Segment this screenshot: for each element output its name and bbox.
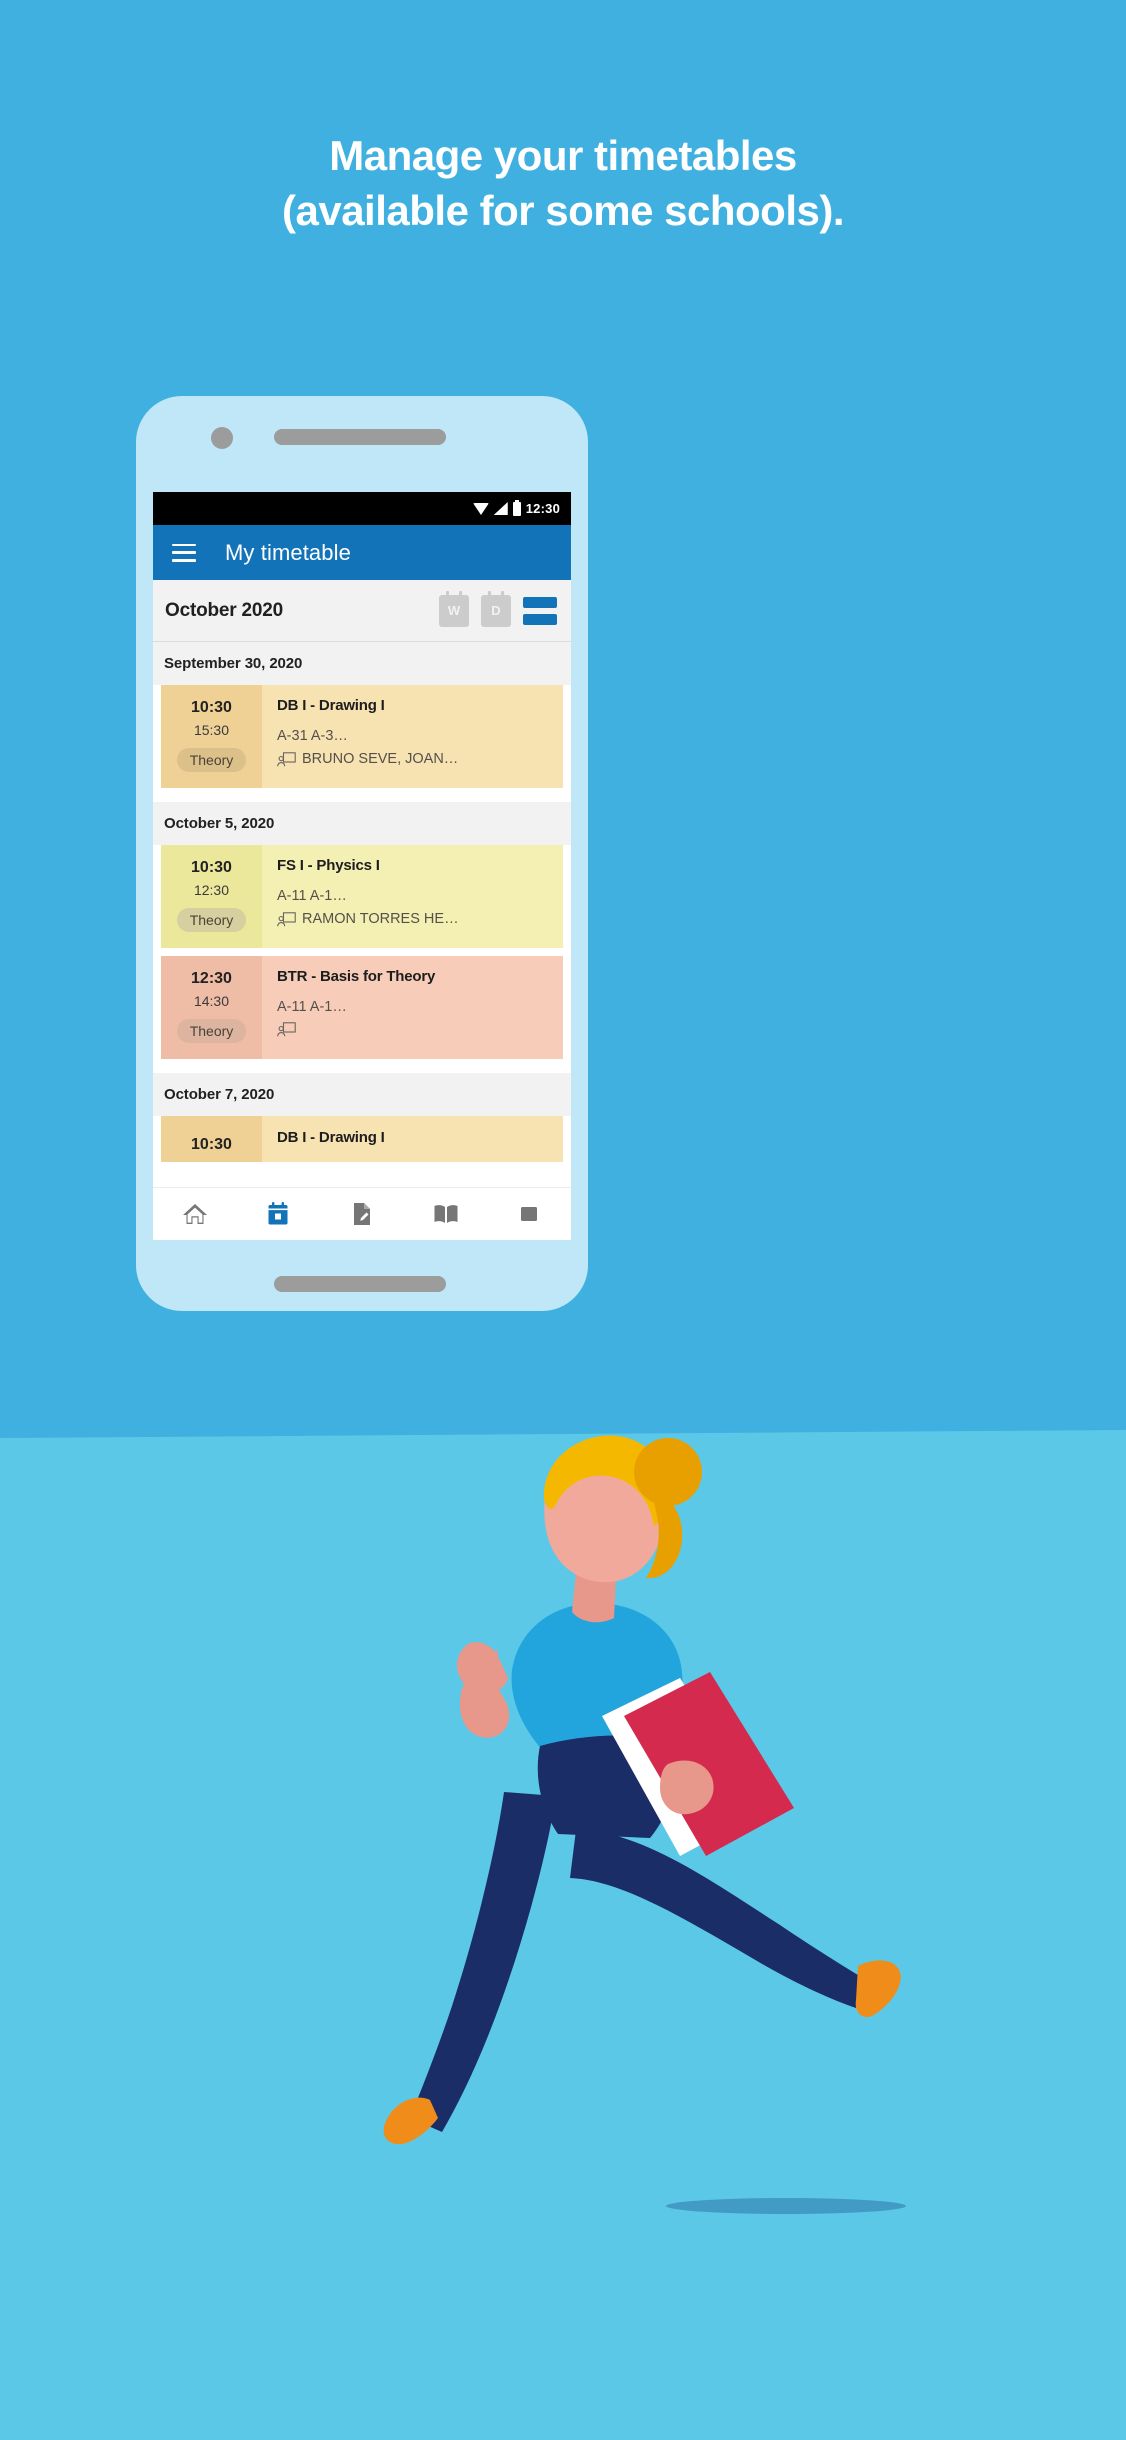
event-time-block: 10:30 [161,1116,262,1162]
event-card[interactable]: 12:30 14:30 Theory BTR - Basis for Theor… [161,956,563,1059]
event-end-time: 12:30 [193,882,230,898]
front-shoe [383,2097,438,2145]
phone-camera-icon [211,427,233,449]
phone-screen: 12:30 My timetable October 2020 W D Sept… [153,492,571,1240]
event-title: BTR - Basis for Theory [277,968,436,985]
event-type-chip: Theory [176,1019,247,1043]
event-type-chip: Theory [176,748,247,772]
event-room: A-11 A-1… [277,888,347,904]
back-leg [570,1830,866,2008]
event-time-block: 10:30 15:30 Theory [161,685,262,788]
view-switcher: W D [439,590,557,627]
app-bar: My timetable [153,525,571,580]
event-teacher: BRUNO SEVE, JOAN… [302,751,459,767]
home-icon [182,1204,207,1224]
event-room: A-31 A-3… [277,728,348,744]
list-view-button[interactable] [523,595,557,627]
nav-library[interactable] [404,1204,488,1224]
calendar-icon [268,1202,288,1225]
phone-mockup: 12:30 My timetable October 2020 W D Sept… [136,396,588,1311]
list-spacer [153,1059,571,1073]
event-end-time: 14:30 [193,993,230,1009]
event-details: DB I - Drawing I [262,1116,563,1162]
week-view-button[interactable]: W [439,590,469,627]
event-teacher-row [277,1022,553,1037]
page-title: My timetable [225,539,351,565]
wifi-icon [472,502,489,515]
hamburger-menu-icon[interactable] [172,543,196,562]
event-title: DB I - Drawing I [277,697,385,714]
list-spacer [153,948,571,956]
event-teacher: RAMON TORRES HE… [302,911,459,927]
event-card[interactable]: 10:30 12:30 Theory FS I - Physics I A-11… [161,845,563,948]
day-view-button[interactable]: D [481,590,511,627]
event-teacher-row: BRUNO SEVE, JOAN… [277,751,553,767]
headline-line-2: (available for some schools). [281,187,845,234]
back-shoe [855,1960,901,2018]
event-start-time: 10:30 [191,1136,232,1153]
day-header: October 7, 2020 [153,1073,571,1116]
day-header: September 30, 2020 [153,642,571,685]
event-start-time: 10:30 [191,699,232,716]
phone-home-indicator [274,1276,446,1292]
running-student-illustration [383,1435,901,2145]
event-room: A-11 A-1… [277,999,347,1015]
event-time-block: 12:30 14:30 Theory [161,956,262,1059]
bottom-navigation-bar [153,1187,571,1240]
event-card[interactable]: 10:30 DB I - Drawing I [161,1116,563,1162]
page-headline: Manage your timetables (available for so… [0,128,1126,238]
nav-more[interactable] [487,1204,571,1224]
event-teacher-row: RAMON TORRES HE… [277,911,553,927]
list-spacer [153,788,571,802]
month-label: October 2020 [165,599,283,621]
event-time-block: 10:30 12:30 Theory [161,845,262,948]
event-type-chip: Theory [176,908,247,932]
headline-line-1: Manage your timetables [329,132,797,179]
open-book-icon [434,1205,458,1223]
timetable-list[interactable]: September 30, 2020 10:30 15:30 Theory DB… [153,642,571,1162]
event-details: BTR - Basis for Theory A-11 A-1… [262,956,563,1059]
event-end-time: 15:30 [193,722,230,738]
teacher-presentation-icon [277,1022,296,1037]
month-selector-bar: October 2020 W D [153,580,571,642]
event-details: DB I - Drawing I A-31 A-3… BRUNO SEVE, J… [262,685,563,788]
event-card[interactable]: 10:30 15:30 Theory DB I - Drawing I A-31… [161,685,563,788]
hair-bun [634,1438,702,1506]
nav-home[interactable] [153,1202,237,1226]
event-details: FS I - Physics I A-11 A-1… RAMON TORRES … [262,845,563,948]
event-title: DB I - Drawing I [277,1129,385,1146]
day-header: October 5, 2020 [153,802,571,845]
status-bar: 12:30 [153,492,571,525]
phone-speaker-grille [274,429,446,445]
front-leg [410,1792,556,2132]
battery-icon [512,499,521,516]
nav-calendar[interactable] [237,1202,321,1226]
event-start-time: 10:30 [191,859,232,876]
event-title: FS I - Physics I [277,857,380,874]
nav-documents[interactable] [320,1202,404,1226]
more-icon [521,1207,538,1221]
event-start-time: 12:30 [191,970,232,987]
teacher-presentation-icon [277,911,296,926]
signal-icon [493,502,508,515]
status-bar-time: 12:30 [525,501,560,516]
teacher-presentation-icon [277,751,296,766]
document-edit-icon [353,1203,370,1225]
